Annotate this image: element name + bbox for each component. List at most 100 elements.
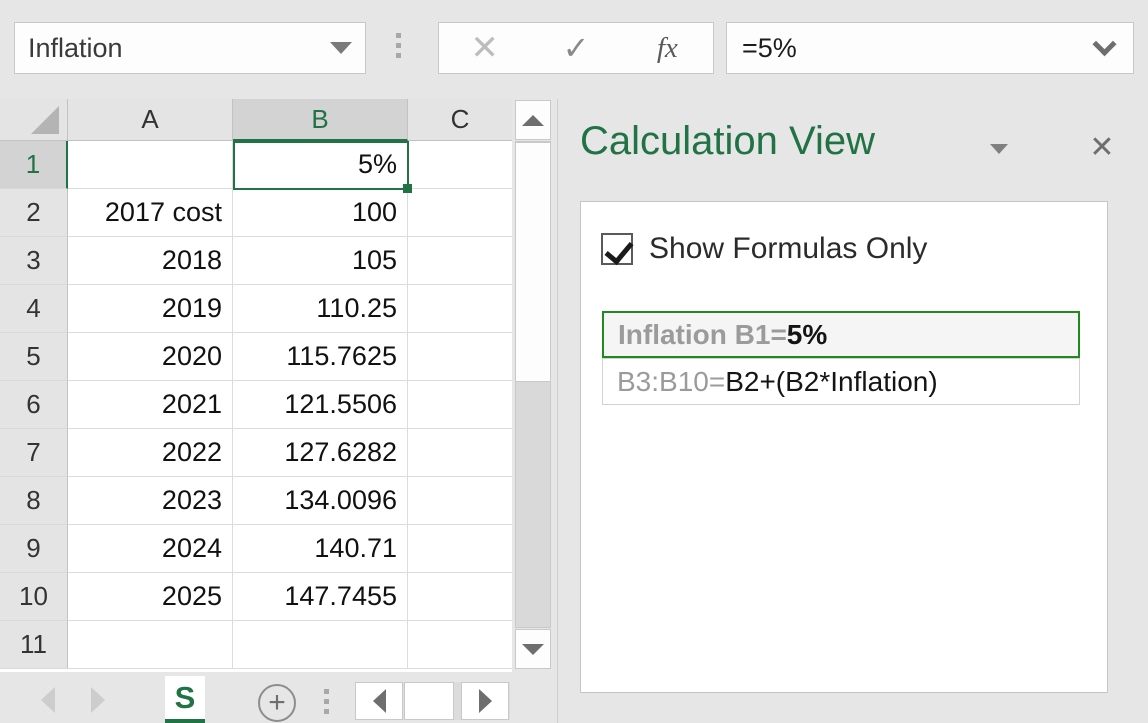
scroll-up-button[interactable]	[515, 100, 551, 140]
cancel-formula-button[interactable]: ✕	[449, 23, 521, 73]
name-box-value: Inflation	[28, 32, 123, 63]
check-icon: ✓	[562, 30, 590, 66]
cell-A8[interactable]: 2023	[68, 477, 233, 525]
row-header-2[interactable]: 2	[0, 189, 68, 237]
previous-sheet-button[interactable]	[28, 686, 68, 714]
formula-item-ref: Inflation B1=	[618, 318, 787, 350]
show-formulas-only-label: Show Formulas Only	[649, 232, 928, 265]
excel-window: Inflation ✕ ✓ fx =5% A B C 1 5% 2 2017 cost…	[0, 0, 1148, 723]
calculation-view-pane: Calculation View ✕ Show Formulas Only In…	[557, 99, 1148, 723]
scroll-down-button[interactable]	[515, 629, 551, 669]
cell-B5[interactable]: 115.7625	[233, 333, 408, 381]
formula-bar-grip-icon[interactable]	[396, 33, 401, 58]
formula-bar-value: =5%	[742, 32, 797, 63]
row-header-9[interactable]: 9	[0, 525, 68, 573]
formula-item-ref: B3:B10=	[617, 365, 726, 397]
sheet-tab[interactable]: S	[165, 676, 205, 723]
row-header-5[interactable]: 5	[0, 333, 68, 381]
row-header-7[interactable]: 7	[0, 429, 68, 477]
row-header-10[interactable]: 10	[0, 573, 68, 621]
cell-C4[interactable]	[408, 285, 512, 333]
cell-A4[interactable]: 2019	[68, 285, 233, 333]
cell-B2[interactable]: 100	[233, 189, 408, 237]
spreadsheet-grid[interactable]: A B C 1 5% 2 2017 cost 100 3 2018 105 4 2019 110.2…	[0, 99, 512, 672]
formula-item-value: B2+(B2*Inflation)	[725, 365, 938, 397]
triangle-left-icon	[372, 689, 386, 713]
row-header-6[interactable]: 6	[0, 381, 68, 429]
cell-C5[interactable]	[408, 333, 512, 381]
cell-C8[interactable]	[408, 477, 512, 525]
scroll-left-button[interactable]	[355, 682, 403, 720]
formula-tools-group: ✕ ✓ fx	[438, 22, 714, 74]
formula-list-item[interactable]: Inflation B1= 5%	[602, 311, 1080, 358]
sheet-tab-bar: S +	[0, 676, 556, 723]
name-box[interactable]: Inflation	[14, 22, 366, 74]
name-box-dropdown-button[interactable]	[317, 42, 365, 54]
formula-bar[interactable]: =5%	[726, 22, 1134, 74]
cell-B1[interactable]: 5%	[233, 141, 408, 189]
vertical-scrollbar[interactable]	[513, 99, 553, 672]
row-header-8[interactable]: 8	[0, 477, 68, 525]
pane-content: Show Formulas Only Inflation B1= 5% B3:B…	[580, 201, 1108, 693]
chevron-down-icon	[990, 144, 1008, 154]
pane-menu-button[interactable]	[990, 144, 1008, 154]
triangle-right-icon	[478, 689, 492, 713]
cell-A5[interactable]: 2020	[68, 333, 233, 381]
row-header-1[interactable]: 1	[0, 141, 68, 189]
cell-B4[interactable]: 110.25	[233, 285, 408, 333]
show-formulas-only-checkbox-row[interactable]: Show Formulas Only	[601, 232, 927, 266]
triangle-down-icon	[522, 643, 544, 655]
next-sheet-button[interactable]	[78, 686, 118, 714]
cell-B7[interactable]: 127.6282	[233, 429, 408, 477]
cell-B8[interactable]: 134.0096	[233, 477, 408, 525]
add-sheet-button[interactable]: +	[258, 684, 296, 722]
pane-title: Calculation View	[580, 119, 875, 163]
cell-B11[interactable]	[233, 621, 408, 669]
vertical-scrollbar-thumb[interactable]	[515, 142, 551, 382]
cell-B3[interactable]: 105	[233, 237, 408, 285]
cell-C9[interactable]	[408, 525, 512, 573]
cell-A3[interactable]: 2018	[68, 237, 233, 285]
column-header-b[interactable]: B	[233, 99, 408, 141]
cell-A1[interactable]	[68, 141, 233, 189]
cell-C11[interactable]	[408, 621, 512, 669]
chevron-down-icon	[330, 42, 352, 54]
pane-close-button[interactable]: ✕	[1085, 131, 1119, 165]
expand-formula-bar-button[interactable]	[1075, 31, 1133, 57]
row-header-3[interactable]: 3	[0, 237, 68, 285]
cell-C3[interactable]	[408, 237, 512, 285]
triangle-up-icon	[522, 114, 544, 126]
accept-formula-button[interactable]: ✓	[540, 23, 612, 73]
formula-list-item[interactable]: B3:B10= B2+(B2*Inflation)	[602, 358, 1080, 405]
column-header-a[interactable]: A	[68, 99, 233, 141]
select-all-corner-icon[interactable]	[0, 99, 68, 141]
cell-A2[interactable]: 2017 cost	[68, 189, 233, 237]
row-header-11[interactable]: 11	[0, 621, 68, 669]
cell-C6[interactable]	[408, 381, 512, 429]
show-formulas-only-checkbox[interactable]	[601, 233, 633, 265]
cell-A11[interactable]	[68, 621, 233, 669]
cell-B9[interactable]: 140.71	[233, 525, 408, 573]
cell-A6[interactable]: 2021	[68, 381, 233, 429]
cell-A9[interactable]: 2024	[68, 525, 233, 573]
cell-C7[interactable]	[408, 429, 512, 477]
sheet-tab-grip-icon[interactable]	[324, 689, 329, 714]
row-header-4[interactable]: 4	[0, 285, 68, 333]
cell-B10[interactable]: 147.7455	[233, 573, 408, 621]
triangle-left-icon	[41, 687, 55, 713]
triangle-right-icon	[91, 687, 105, 713]
cell-C10[interactable]	[408, 573, 512, 621]
close-x-icon: ✕	[470, 29, 499, 67]
cell-B6[interactable]: 121.5506	[233, 381, 408, 429]
cell-A7[interactable]: 2022	[68, 429, 233, 477]
cell-C1[interactable]	[408, 141, 512, 189]
insert-function-button[interactable]: fx	[631, 23, 703, 73]
formula-item-value: 5%	[786, 318, 828, 350]
horizontal-scrollbar-thumb[interactable]	[404, 682, 454, 720]
cell-C2[interactable]	[408, 189, 512, 237]
scroll-right-button[interactable]	[461, 682, 509, 720]
chevron-down-icon	[1091, 31, 1117, 56]
cell-A10[interactable]: 2025	[68, 573, 233, 621]
fx-icon: fx	[656, 31, 678, 64]
column-header-c[interactable]: C	[408, 99, 512, 141]
